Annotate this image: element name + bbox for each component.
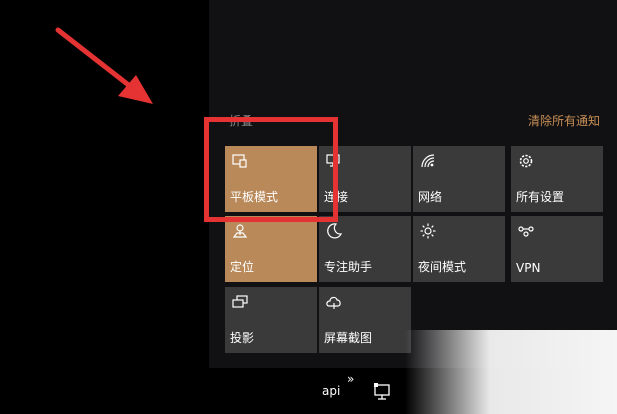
connect-icon: [325, 152, 343, 170]
tile-night-light[interactable]: 夜间模式: [413, 216, 505, 282]
moon-icon: [325, 222, 343, 240]
tile-label: 专注助手: [324, 260, 373, 274]
show-hidden-icons-chevron[interactable]: »: [347, 372, 354, 386]
tablet-mode-icon: [231, 152, 249, 170]
network-icon: [419, 152, 437, 170]
tile-label: 连接: [324, 190, 349, 204]
clear-all-notifications-link[interactable]: 清除所有通知: [528, 112, 600, 129]
collapse-toggle[interactable]: 折叠: [229, 112, 253, 129]
tile-tablet-mode[interactable]: 平板模式: [225, 146, 317, 212]
tile-label: 屏幕截图: [324, 331, 373, 345]
tile-all-settings[interactable]: 所有设置: [511, 146, 603, 212]
taskbar-input-indicator[interactable]: api: [322, 384, 340, 398]
vpn-icon: [517, 222, 535, 240]
tile-project[interactable]: 投影: [225, 287, 317, 353]
tile-label: 平板模式: [230, 190, 279, 204]
tile-label: 网络: [418, 190, 443, 204]
tile-label: 所有设置: [516, 190, 565, 204]
location-icon: [231, 222, 249, 240]
tile-label: 投影: [230, 331, 255, 345]
tile-network[interactable]: 网络: [413, 146, 505, 212]
tile-connect[interactable]: 连接: [319, 146, 411, 212]
gear-icon: [517, 152, 535, 170]
tile-vpn[interactable]: VPN: [511, 216, 603, 282]
watermark-fade: [405, 330, 617, 414]
screenshot-stage: 折叠 清除所有通知 平板模式 连接 网络 所有设置 定位 专注助手 夜间模式 V…: [0, 0, 617, 414]
tile-location[interactable]: 定位: [225, 216, 317, 282]
network-monitor-icon[interactable]: [372, 381, 394, 403]
tile-label: VPN: [516, 261, 541, 275]
brightness-icon: [419, 222, 437, 240]
tile-focus-assist[interactable]: 专注助手: [319, 216, 411, 282]
screen-snip-icon: [325, 293, 343, 311]
tile-screen-snip[interactable]: 屏幕截图: [319, 287, 411, 353]
project-icon: [231, 293, 249, 311]
tile-label: 夜间模式: [418, 260, 467, 274]
tile-label: 定位: [230, 260, 255, 274]
